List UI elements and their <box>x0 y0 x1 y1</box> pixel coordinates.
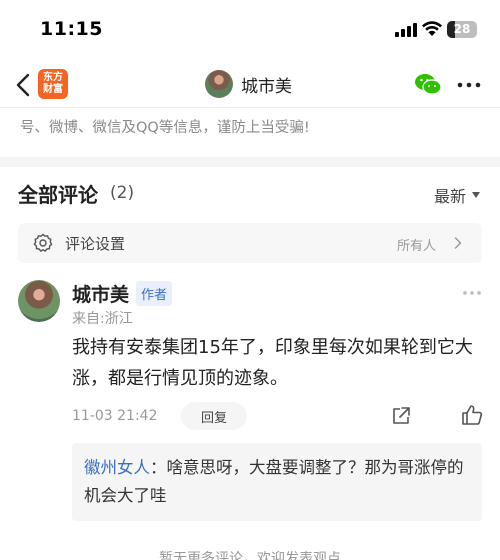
reply-button[interactable]: 回复 <box>181 402 247 430</box>
status-time: 11:15 <box>40 18 103 40</box>
reply-separator: ： <box>150 458 167 477</box>
battery-level: 28 <box>453 22 471 36</box>
more-horizontal-icon[interactable] <box>457 82 481 88</box>
comments-title: 全部评论 <box>18 183 98 207</box>
page-title: 城市美 <box>241 76 292 97</box>
reply-preview[interactable]: 徽州女人：啥意思呀，大盘要调整了？那为哥涨停的机会大了哇 <box>72 443 482 521</box>
no-more-comments-text: 暂无更多评论，欢迎发表观点 <box>159 551 341 560</box>
chevron-left-icon[interactable] <box>12 71 36 99</box>
avatar[interactable] <box>205 70 233 98</box>
wechat-icon[interactable] <box>414 72 442 96</box>
nav-bar: 东方 财富 城市美 <box>0 62 500 108</box>
avatar[interactable] <box>18 280 60 322</box>
author-badge: 作者 <box>136 281 173 306</box>
sort-dropdown[interactable]: 最新 <box>434 183 480 207</box>
comment-time: 11-03 21:42 <box>72 408 158 424</box>
caret-down-icon <box>472 192 480 198</box>
comment-settings-row[interactable]: 评论设置 所有人 <box>18 223 482 263</box>
gear-icon <box>33 233 53 252</box>
chevron-right-icon <box>454 237 462 249</box>
battery-icon: 28 <box>447 21 477 38</box>
cellular-signal-icon <box>395 23 417 37</box>
share-icon[interactable] <box>391 406 411 426</box>
settings-label: 评论设置 <box>65 235 126 253</box>
fraud-warning-text: 号、微博、微信及QQ等信息，谨防上当受骗! <box>20 120 310 136</box>
comment-location: 来自:浙江 <box>72 311 133 327</box>
nav-title-group[interactable]: 城市美 <box>205 69 292 99</box>
comments-count: (2) <box>110 183 135 203</box>
more-horizontal-icon[interactable] <box>462 290 482 296</box>
status-bar: 11:15 28 <box>0 0 500 60</box>
sort-label: 最新 <box>433 187 466 206</box>
settings-value: 所有人 <box>396 239 436 254</box>
comment-author[interactable]: 城市美 <box>72 280 129 307</box>
thumbs-up-icon[interactable] <box>461 404 483 426</box>
wifi-icon <box>422 21 442 36</box>
comments-header: 全部评论 (2) 最新 <box>18 177 484 211</box>
comment-text: 我持有安泰集团15年了，印象里每次如果轮到它大涨，都是行情见顶的迹象。 <box>72 337 473 389</box>
reply-author[interactable]: 徽州女人 <box>84 458 150 477</box>
app-logo[interactable]: 东方 财富 <box>38 69 68 99</box>
section-divider <box>0 157 500 167</box>
